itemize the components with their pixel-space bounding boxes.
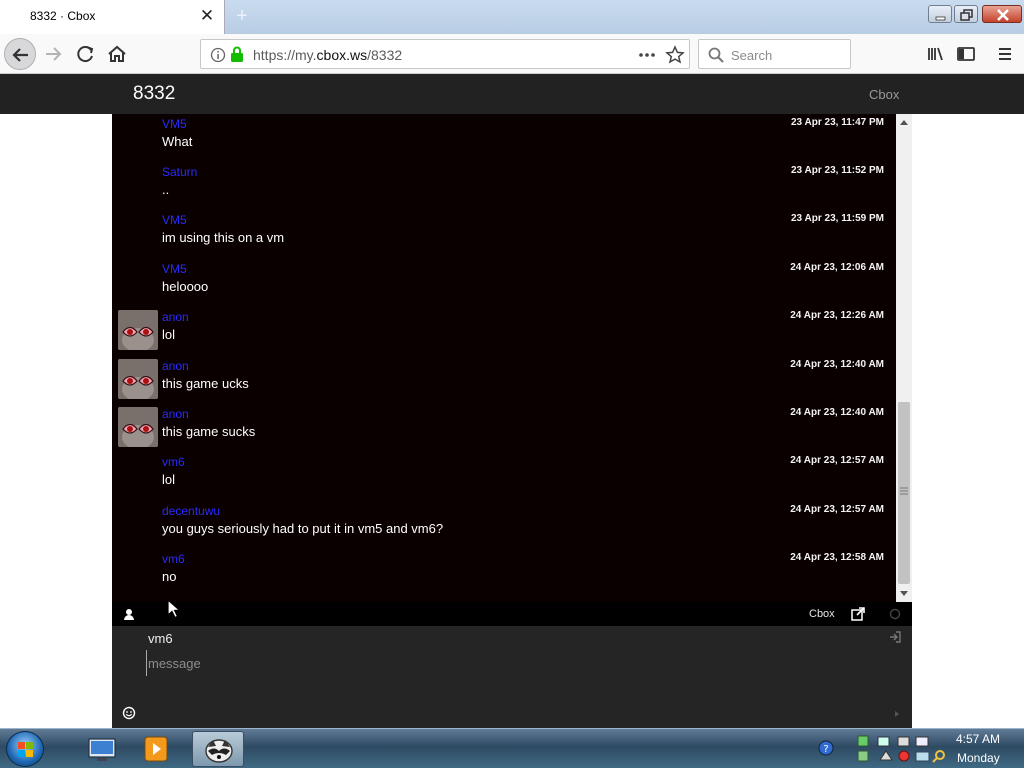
scroll-thumb[interactable] — [898, 402, 910, 584]
reload-icon[interactable] — [70, 38, 102, 70]
hamburger-menu-icon[interactable] — [989, 38, 1021, 70]
page-title: 8332 — [133, 83, 176, 104]
message-timestamp: 24 Apr 23, 12:57 AM — [790, 455, 884, 466]
url-text[interactable]: https://my.cbox.ws/8332 — [253, 47, 402, 63]
user-icon[interactable] — [123, 608, 135, 621]
chat-message: anon lol 24 Apr 23, 12:26 AM — [112, 308, 894, 356]
windows-taskbar: ? 4:57 AM Monday — [0, 728, 1024, 768]
message-text: this game ucks — [162, 376, 249, 391]
browser-navbar: https://my.cbox.ws/8332 Search — [0, 34, 1024, 74]
chat-message: VM5 im using this on a vm 23 Apr 23, 11:59… — [112, 211, 894, 259]
window-minimize-button[interactable] — [928, 5, 952, 23]
explorer-taskbar-icon[interactable] — [76, 731, 128, 767]
scroll-up-icon[interactable] — [899, 118, 909, 126]
toolbar-cbox-link[interactable]: Cbox — [809, 608, 835, 620]
page-actions-icon[interactable] — [637, 47, 657, 63]
message-timestamp: 24 Apr 23, 12:26 AM — [790, 310, 884, 321]
message-timestamp: 24 Apr 23, 12:58 AM — [790, 552, 884, 563]
tab-title: 8332 · Cbox — [30, 9, 96, 23]
home-icon[interactable] — [101, 38, 133, 70]
chat-message: VM5 heloooo 24 Apr 23, 12:06 AM — [112, 260, 894, 308]
chat-message: vm6 lol 24 Apr 23, 12:57 AM — [112, 453, 894, 501]
info-icon[interactable] — [210, 47, 226, 63]
message-username[interactable]: anon — [162, 310, 189, 324]
message-text: What — [162, 134, 193, 149]
svg-text:?: ? — [823, 744, 828, 755]
page-header: 8332 Cbox — [0, 74, 1024, 114]
message-list[interactable]: VM5 What 23 Apr 23, 11:47 PM Saturn.. 23 Apr… — [112, 114, 894, 602]
popout-icon[interactable] — [851, 607, 865, 621]
bookmark-star-icon[interactable] — [665, 45, 685, 65]
chat-message: anon this game ucks 24 Apr 23, 12:40 AM — [112, 357, 894, 405]
message-text: no — [162, 569, 177, 584]
chat-message: decentuwu you guys seriously had to put i… — [112, 502, 894, 550]
emoji-icon[interactable] — [122, 706, 136, 720]
message-text: lol — [162, 472, 176, 487]
message-username[interactable]: VM5 — [162, 213, 187, 227]
sign-in-icon[interactable] — [889, 631, 901, 643]
message-text: this game sucks — [162, 424, 256, 439]
message-text: heloooo — [162, 279, 209, 294]
lock-icon — [231, 46, 243, 62]
forward-arrow-icon[interactable] — [38, 38, 70, 70]
raccoon-app-taskbar-icon[interactable] — [192, 731, 244, 767]
scroll-down-icon[interactable] — [899, 590, 909, 598]
message-username[interactable]: vm6 — [162, 552, 185, 566]
mouse-cursor-icon — [167, 599, 181, 619]
message-timestamp: 24 Apr 23, 12:57 AM — [790, 504, 884, 515]
cbox-brand-link[interactable]: Cbox — [869, 87, 899, 102]
media-player-taskbar-icon[interactable] — [130, 731, 182, 767]
tab-close-icon[interactable]: ✕ — [199, 6, 215, 26]
window-restore-button[interactable] — [954, 5, 978, 23]
chat-message: vm6 no 24 Apr 23, 12:58 AM — [112, 550, 894, 598]
message-username[interactable]: vm6 — [162, 455, 185, 469]
chat-message: VM5 What 23 Apr 23, 11:47 PM — [112, 115, 894, 163]
new-tab-icon[interactable]: + — [232, 4, 252, 28]
message-username[interactable]: Saturn — [162, 165, 197, 179]
search-placeholder: Search — [731, 48, 773, 63]
chatbox: VM5 What 23 Apr 23, 11:47 PM Saturn.. 23 Apr… — [112, 114, 912, 728]
message-timestamp: 24 Apr 23, 12:40 AM — [790, 407, 884, 418]
chat-toolbar: Cbox — [112, 602, 912, 626]
message-timestamp: 24 Apr 23, 12:06 AM — [790, 262, 884, 273]
message-timestamp: 23 Apr 23, 11:52 PM — [790, 165, 884, 176]
browser-tab[interactable]: 8332 · Cbox ✕ — [0, 0, 225, 34]
message-username[interactable]: VM5 — [162, 262, 187, 276]
back-arrow-icon[interactable] — [4, 38, 36, 70]
message-input[interactable] — [146, 650, 866, 676]
chat-message: Saturn.. 23 Apr 23, 11:52 PM — [112, 163, 894, 211]
message-username[interactable]: anon — [162, 359, 189, 373]
clock-day[interactable]: Monday — [957, 751, 1000, 765]
help-icon[interactable]: ? — [818, 740, 834, 756]
message-scrollbar[interactable] — [896, 114, 912, 602]
search-bar[interactable]: Search — [698, 39, 851, 69]
message-username[interactable]: VM5 — [162, 117, 187, 131]
chat-message: anon this game sucks 24 Apr 23, 12:40 AM — [112, 405, 894, 453]
message-text: im using this on a vm — [162, 230, 285, 245]
avatar[interactable] — [118, 310, 158, 350]
tray-icons[interactable] — [856, 733, 950, 765]
status-circle-icon[interactable] — [889, 608, 901, 620]
message-timestamp: 24 Apr 23, 12:40 AM — [790, 359, 884, 370]
clock-time[interactable]: 4:57 AM — [956, 732, 1000, 746]
start-button[interactable] — [6, 731, 44, 767]
send-arrow-icon[interactable] — [894, 710, 900, 718]
message-composer: vm6 — [112, 626, 912, 728]
browser-titlebar: 8332 · Cbox ✕ + — [0, 0, 1024, 34]
message-text: .. — [162, 182, 170, 197]
message-username[interactable]: anon — [162, 407, 189, 421]
sidebar-icon[interactable] — [950, 38, 982, 70]
message-timestamp: 23 Apr 23, 11:47 PM — [790, 117, 884, 128]
message-timestamp: 23 Apr 23, 11:59 PM — [790, 213, 884, 224]
composer-username[interactable]: vm6 — [148, 631, 173, 646]
message-username[interactable]: decentuwu — [162, 504, 220, 518]
avatar[interactable] — [118, 359, 158, 399]
message-text: you guys seriously had to put it in vm5 … — [162, 521, 444, 536]
message-text: lol — [162, 327, 176, 342]
library-icon[interactable] — [920, 38, 952, 70]
url-bar[interactable]: https://my.cbox.ws/8332 — [200, 39, 690, 69]
search-icon — [708, 47, 724, 63]
avatar[interactable] — [118, 407, 158, 447]
window-close-button[interactable] — [982, 5, 1022, 23]
